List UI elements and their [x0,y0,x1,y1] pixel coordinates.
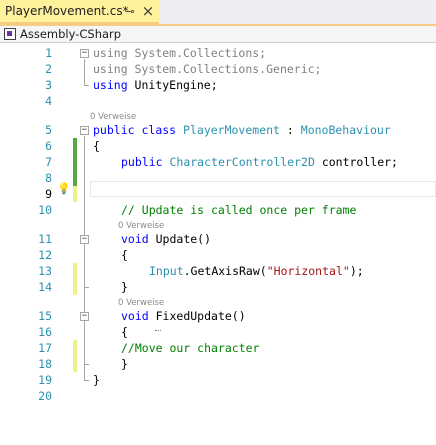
code-line: 4 [0,93,436,109]
code-line: 7 public CharacterController2D controlle… [0,154,436,170]
code-line: 11 void Update() [0,231,436,247]
code-line: 16 { [0,324,436,340]
line-number: 16 [38,325,52,339]
line-number: 7 [45,155,52,169]
code-line: 2 using System.Collections.Generic; [0,61,436,77]
outline-guide [84,59,85,85]
code-text: using UnityEngine; [93,78,218,92]
code-line: 19 } [0,372,436,388]
code-line: 3 using UnityEngine; [0,77,436,93]
outline-end [84,85,89,86]
line-number: 9 [45,187,52,201]
collapse-toggle[interactable]: − [80,126,89,135]
line-number: 12 [38,248,52,262]
line-number: 10 [38,203,52,217]
line-number: 8 [45,171,52,185]
unsaved-change-marker [73,340,77,372]
project-dropdown[interactable]: Assembly-CSharp [20,27,121,41]
code-line: 6 { [0,138,436,154]
outline-end [84,287,89,288]
line-number: 17 [38,341,52,355]
line-number: 15 [38,309,52,323]
unsaved-change-marker [73,186,77,202]
line-number: 3 [45,78,52,92]
suggestion-squiggle [155,329,161,331]
code-editor[interactable]: 1 using System.Collections; 2 using Syst… [0,43,436,445]
code-text: void Update() [121,232,212,246]
tab-player-movement[interactable]: PlayerMovement.cs* ⊸ × [0,0,159,24]
code-text: } [93,373,100,387]
line-number: 2 [45,62,52,76]
code-text: { [121,248,128,262]
line-number: 11 [38,232,52,246]
code-text: { [121,325,128,339]
code-text: } [121,357,128,371]
line-number: 20 [38,389,52,403]
code-text: { [93,139,100,153]
unsaved-change-marker [73,263,77,295]
code-line: 10 // Update is called once per frame [0,202,436,218]
line-number: 13 [38,264,52,278]
code-comment: // Update is called once per frame [121,203,357,217]
code-text: using System.Collections; [93,46,267,60]
code-text: } [121,280,128,294]
saved-change-marker [73,138,77,186]
code-line: 14 } [0,279,436,295]
line-number: 14 [38,280,52,294]
code-line: 17 //Move our character [0,340,436,356]
code-text: void FixedUpdate() [121,309,246,323]
code-line: 12 { [0,247,436,263]
line-number: 1 [45,46,52,60]
code-comment: //Move our character [121,341,260,355]
code-line: 18 } [0,356,436,372]
document-tab-strip: PlayerMovement.cs* ⊸ × [0,0,436,24]
code-line: 5 public class PlayerMovement : MonoBeha… [0,122,436,138]
line-number: 6 [45,139,52,153]
line-number: 18 [38,357,52,371]
close-icon[interactable]: × [141,4,155,20]
outline-end [84,364,89,365]
code-line: 15 void FixedUpdate() [0,308,436,324]
navigation-bar: Assembly-CSharp [0,26,436,43]
code-line: 20 [0,388,436,404]
code-text: Input.GetAxisRaw("Horizontal"); [149,264,364,278]
line-number: 19 [38,373,52,387]
code-text: public CharacterController2D controller; [121,155,398,169]
tab-title: PlayerMovement.cs* [5,4,129,18]
collapse-toggle[interactable]: − [80,312,89,321]
code-line: 13 Input.GetAxisRaw("Horizontal"); [0,263,436,279]
outline-end [84,380,89,381]
current-line-highlight [90,181,436,197]
collapse-toggle[interactable]: − [80,49,89,58]
code-text: using System.Collections.Generic; [93,62,322,76]
code-text: public class PlayerMovement : MonoBehavi… [93,123,391,137]
collapse-toggle[interactable]: − [80,235,89,244]
pin-icon[interactable]: ⊸ [123,4,137,20]
line-number: 4 [45,94,52,108]
line-number: 5 [45,123,52,137]
csharp-project-icon [4,28,16,40]
outline-guide [84,136,85,380]
code-line: 1 using System.Collections; [0,45,436,61]
lightbulb-icon[interactable]: 💡 [57,183,71,195]
